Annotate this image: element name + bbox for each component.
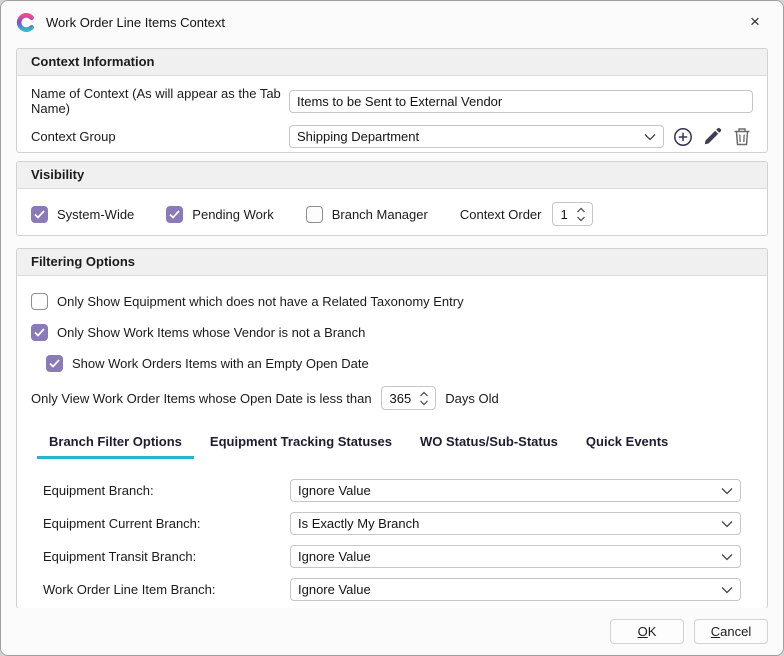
- cancel-rest: ancel: [720, 624, 751, 639]
- checkbox-checked-icon: [31, 324, 48, 341]
- context-group-dropdown[interactable]: Shipping Department: [289, 125, 664, 148]
- close-button[interactable]: ×: [739, 8, 771, 36]
- delete-context-group-button[interactable]: [731, 126, 753, 148]
- work-order-line-item-branch-dropdown[interactable]: Ignore Value: [290, 578, 741, 601]
- title-bar: Work Order Line Items Context ×: [1, 1, 783, 43]
- tab-wo-status-sub-status[interactable]: WO Status/Sub-Status: [408, 430, 570, 459]
- context-order-value: 1: [561, 207, 568, 222]
- filtering-options-header: Filtering Options: [17, 249, 767, 276]
- chevron-down-icon: [721, 553, 733, 561]
- dialog-footer: OK Cancel: [1, 608, 783, 655]
- ok-accel: O: [638, 624, 648, 639]
- tab-quick-events[interactable]: Quick Events: [574, 430, 680, 459]
- chevron-down-icon: [721, 487, 733, 495]
- context-order-label: Context Order: [460, 207, 542, 222]
- open-date-prefix-label: Only View Work Order Items whose Open Da…: [31, 391, 372, 406]
- context-group-label: Context Group: [31, 129, 289, 144]
- chevron-down-icon: [644, 133, 656, 141]
- equipment-current-branch-dropdown[interactable]: Is Exactly My Branch: [290, 512, 741, 535]
- days-old-suffix-label: Days Old: [445, 391, 498, 406]
- equipment-current-branch-value: Is Exactly My Branch: [298, 516, 721, 531]
- taxonomy-entry-checkbox[interactable]: Only Show Equipment which does not have …: [31, 293, 753, 310]
- work-order-context-dialog: Work Order Line Items Context × Context …: [0, 0, 784, 656]
- spinner-updown-icon: [419, 391, 429, 406]
- equipment-branch-label: Equipment Branch:: [43, 483, 290, 498]
- equipment-transit-branch-dropdown[interactable]: Ignore Value: [290, 545, 741, 568]
- pending-work-label: Pending Work: [192, 207, 273, 222]
- empty-open-date-label: Show Work Orders Items with an Empty Ope…: [72, 356, 369, 371]
- branch-filter-options-panel: Equipment Branch: Ignore Value Equipment…: [31, 459, 753, 601]
- checkbox-unchecked-icon: [306, 206, 323, 223]
- days-old-value: 365: [390, 391, 412, 406]
- app-logo-icon: [15, 12, 36, 33]
- chevron-down-icon: [721, 586, 733, 594]
- equipment-transit-branch-value: Ignore Value: [298, 549, 721, 564]
- add-context-group-button[interactable]: [672, 126, 694, 148]
- equipment-branch-dropdown[interactable]: Ignore Value: [290, 479, 741, 502]
- system-wide-label: System-Wide: [57, 207, 134, 222]
- empty-open-date-checkbox[interactable]: Show Work Orders Items with an Empty Ope…: [46, 355, 753, 372]
- equipment-transit-branch-label: Equipment Transit Branch:: [43, 549, 290, 564]
- work-order-line-item-branch-value: Ignore Value: [298, 582, 721, 597]
- window-title: Work Order Line Items Context: [46, 15, 739, 30]
- days-old-spinner[interactable]: 365: [381, 386, 437, 410]
- tab-equipment-tracking-statuses[interactable]: Equipment Tracking Statuses: [198, 430, 404, 459]
- checkbox-checked-icon: [46, 355, 63, 372]
- pending-work-checkbox[interactable]: Pending Work: [166, 206, 273, 223]
- edit-pencil-icon: [703, 127, 722, 146]
- equipment-current-branch-label: Equipment Current Branch:: [43, 516, 290, 531]
- close-icon: ×: [750, 12, 760, 32]
- add-icon: [673, 127, 693, 147]
- filter-tabstrip: Branch Filter Options Equipment Tracking…: [31, 430, 753, 459]
- name-of-context-label: Name of Context (As will appear as the T…: [31, 86, 289, 116]
- checkbox-unchecked-icon: [31, 293, 48, 310]
- name-of-context-input[interactable]: Items to be Sent to External Vendor: [289, 90, 753, 113]
- equipment-branch-value: Ignore Value: [298, 483, 721, 498]
- checkbox-checked-icon: [31, 206, 48, 223]
- context-order-spinner[interactable]: 1: [552, 202, 593, 226]
- delete-trash-icon: [733, 127, 751, 146]
- system-wide-checkbox[interactable]: System-Wide: [31, 206, 134, 223]
- vendor-not-branch-label: Only Show Work Items whose Vendor is not…: [57, 325, 365, 340]
- context-information-header: Context Information: [17, 49, 767, 76]
- filtering-options-section: Filtering Options Only Show Equipment wh…: [16, 248, 768, 609]
- branch-manager-checkbox[interactable]: Branch Manager: [306, 206, 428, 223]
- checkbox-checked-icon: [166, 206, 183, 223]
- branch-manager-label: Branch Manager: [332, 207, 428, 222]
- visibility-section: Visibility System-Wide Pending Work: [16, 161, 768, 236]
- context-group-value: Shipping Department: [297, 129, 644, 144]
- cancel-button[interactable]: Cancel: [694, 619, 768, 644]
- cancel-accel: C: [711, 624, 720, 639]
- edit-context-group-button[interactable]: [702, 126, 724, 148]
- taxonomy-entry-label: Only Show Equipment which does not have …: [57, 294, 464, 309]
- work-order-line-item-branch-label: Work Order Line Item Branch:: [43, 582, 290, 597]
- name-of-context-value: Items to be Sent to External Vendor: [297, 94, 502, 109]
- tab-branch-filter-options[interactable]: Branch Filter Options: [37, 430, 194, 459]
- context-information-section: Context Information Name of Context (As …: [16, 48, 768, 153]
- vendor-not-branch-checkbox[interactable]: Only Show Work Items whose Vendor is not…: [31, 324, 753, 341]
- visibility-header: Visibility: [17, 162, 767, 189]
- ok-rest: K: [648, 624, 657, 639]
- chevron-down-icon: [721, 520, 733, 528]
- ok-button[interactable]: OK: [610, 619, 684, 644]
- spinner-updown-icon: [576, 207, 586, 222]
